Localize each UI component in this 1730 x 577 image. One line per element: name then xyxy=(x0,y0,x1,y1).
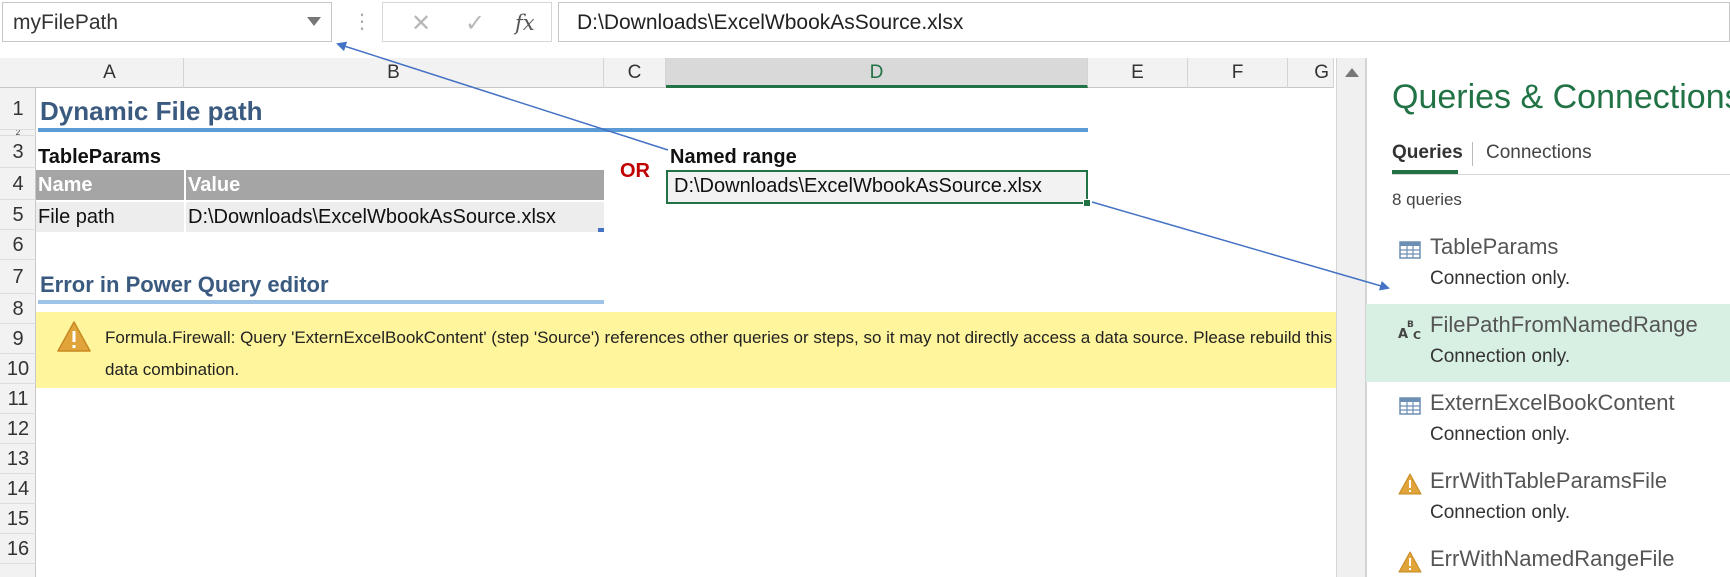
error-message: Formula.Firewall: Query 'ExternExcelBook… xyxy=(105,328,1333,379)
table-header-value[interactable]: Value xyxy=(184,170,608,200)
tab-connections[interactable]: Connections xyxy=(1486,142,1592,164)
query-status: Connection only. xyxy=(1430,424,1571,445)
query-name: ErrWithNamedRangeFile xyxy=(1430,546,1675,571)
enter-icon[interactable]: ✓ xyxy=(465,9,485,38)
table-cell-value[interactable]: D:\Downloads\ExcelWbookAsSource.xlsx xyxy=(184,202,608,232)
row-header-6[interactable]: 6 xyxy=(0,230,36,260)
name-box-value: myFilePath xyxy=(13,11,119,34)
column-header-c[interactable]: C xyxy=(604,58,666,88)
row-header-10[interactable]: 10 xyxy=(0,354,36,384)
column-header-g[interactable]: G xyxy=(1288,58,1334,88)
table-name-label[interactable]: TableParams xyxy=(38,146,161,169)
query-name: FilePathFromNamedRange xyxy=(1430,312,1698,337)
query-item-filepathfromnamedrange[interactable]: A B C FilePathFromNamedRange Connection … xyxy=(1366,304,1730,382)
cancel-icon[interactable]: ✕ xyxy=(411,9,431,38)
row-header-8[interactable]: 8 xyxy=(0,294,36,324)
vertical-scrollbar[interactable] xyxy=(1336,58,1366,577)
row-header-4[interactable]: 4 xyxy=(0,168,36,200)
column-headers: A B C D E F G xyxy=(0,58,1334,88)
row-header-14[interactable]: 14 xyxy=(0,474,36,504)
table-row: File path D:\Downloads\ExcelWbookAsSourc… xyxy=(36,202,604,232)
insert-function-icon[interactable]: fx xyxy=(515,11,535,35)
query-status: Connection only. xyxy=(1430,346,1571,367)
row-header-7[interactable]: 7 xyxy=(0,260,36,294)
warning-icon xyxy=(1398,473,1422,495)
name-box[interactable]: myFilePath xyxy=(2,2,332,42)
warning-icon xyxy=(1398,551,1422,573)
table-header-row: Name Value xyxy=(36,170,604,200)
row-header-9[interactable]: 9 xyxy=(0,324,36,354)
sheet-title[interactable]: Dynamic File path xyxy=(40,96,263,127)
tabs-divider xyxy=(1392,174,1730,175)
svg-text:C: C xyxy=(1413,329,1421,340)
column-header-b[interactable]: B xyxy=(184,58,604,88)
table-icon xyxy=(1399,397,1421,415)
query-count: 8 queries xyxy=(1392,190,1462,209)
warning-icon xyxy=(57,321,91,352)
query-item-tableparams[interactable]: TableParams Connection only. xyxy=(1366,226,1730,304)
error-title-underline xyxy=(38,300,604,304)
row-header-5[interactable]: 5 xyxy=(0,200,36,230)
scroll-up-icon[interactable] xyxy=(1345,68,1359,77)
row-headers: 1 2 3 4 5 6 7 8 9 10 11 12 13 14 15 16 xyxy=(0,88,36,577)
column-header-a[interactable]: A xyxy=(36,58,184,88)
row-header-12[interactable]: 12 xyxy=(0,414,36,444)
pane-title: Queries & Connections xyxy=(1392,78,1730,116)
query-name: ExternExcelBookContent xyxy=(1430,390,1675,415)
query-status: Connection only. xyxy=(1430,268,1571,289)
formula-input[interactable]: D:\Downloads\ExcelWbookAsSource.xlsx xyxy=(558,2,1730,42)
or-label[interactable]: OR xyxy=(620,160,650,183)
text-type-icon: A B C xyxy=(1398,320,1421,340)
fill-handle[interactable] xyxy=(1083,199,1091,207)
query-item-errwithtableparamsfile[interactable]: ErrWithTableParamsFile Connection only. xyxy=(1366,460,1730,538)
table-header-name[interactable]: Name xyxy=(36,170,186,200)
table-icon xyxy=(1399,241,1421,259)
formula-bar-buttons: ✕ ✓ fx xyxy=(382,2,552,42)
title-underline xyxy=(38,128,1088,132)
named-range-cell[interactable]: D:\Downloads\ExcelWbookAsSource.xlsx xyxy=(666,170,1088,204)
query-name: ErrWithTableParamsFile xyxy=(1430,468,1668,493)
formula-bar-grip-icon[interactable]: ⋮ xyxy=(352,8,372,36)
row-header-11[interactable]: 11 xyxy=(0,384,36,414)
row-header-16[interactable]: 16 xyxy=(0,534,36,564)
column-header-d[interactable]: D xyxy=(666,58,1088,88)
name-box-dropdown-icon[interactable] xyxy=(307,17,321,26)
query-item-externexcelbookcontent[interactable]: ExternExcelBookContent Connection only. xyxy=(1366,382,1730,460)
tab-separator xyxy=(1472,142,1473,166)
table-resize-handle[interactable] xyxy=(598,228,604,232)
tab-queries[interactable]: Queries xyxy=(1392,142,1463,164)
error-section-title[interactable]: Error in Power Query editor xyxy=(40,272,329,298)
column-header-f[interactable]: F xyxy=(1188,58,1288,88)
query-name: TableParams xyxy=(1430,234,1559,259)
column-header-e[interactable]: E xyxy=(1088,58,1188,88)
table-cell-name[interactable]: File path xyxy=(36,202,186,232)
row-header-1[interactable]: 1 xyxy=(0,88,36,130)
query-status: Connection only. xyxy=(1430,502,1571,523)
row-header-13[interactable]: 13 xyxy=(0,444,36,474)
named-range-label[interactable]: Named range xyxy=(670,146,797,169)
query-item-errwithnamedrangefile[interactable]: ErrWithNamedRangeFile xyxy=(1366,538,1730,577)
row-header-3[interactable]: 3 xyxy=(0,136,36,168)
row-header-15[interactable]: 15 xyxy=(0,504,36,534)
